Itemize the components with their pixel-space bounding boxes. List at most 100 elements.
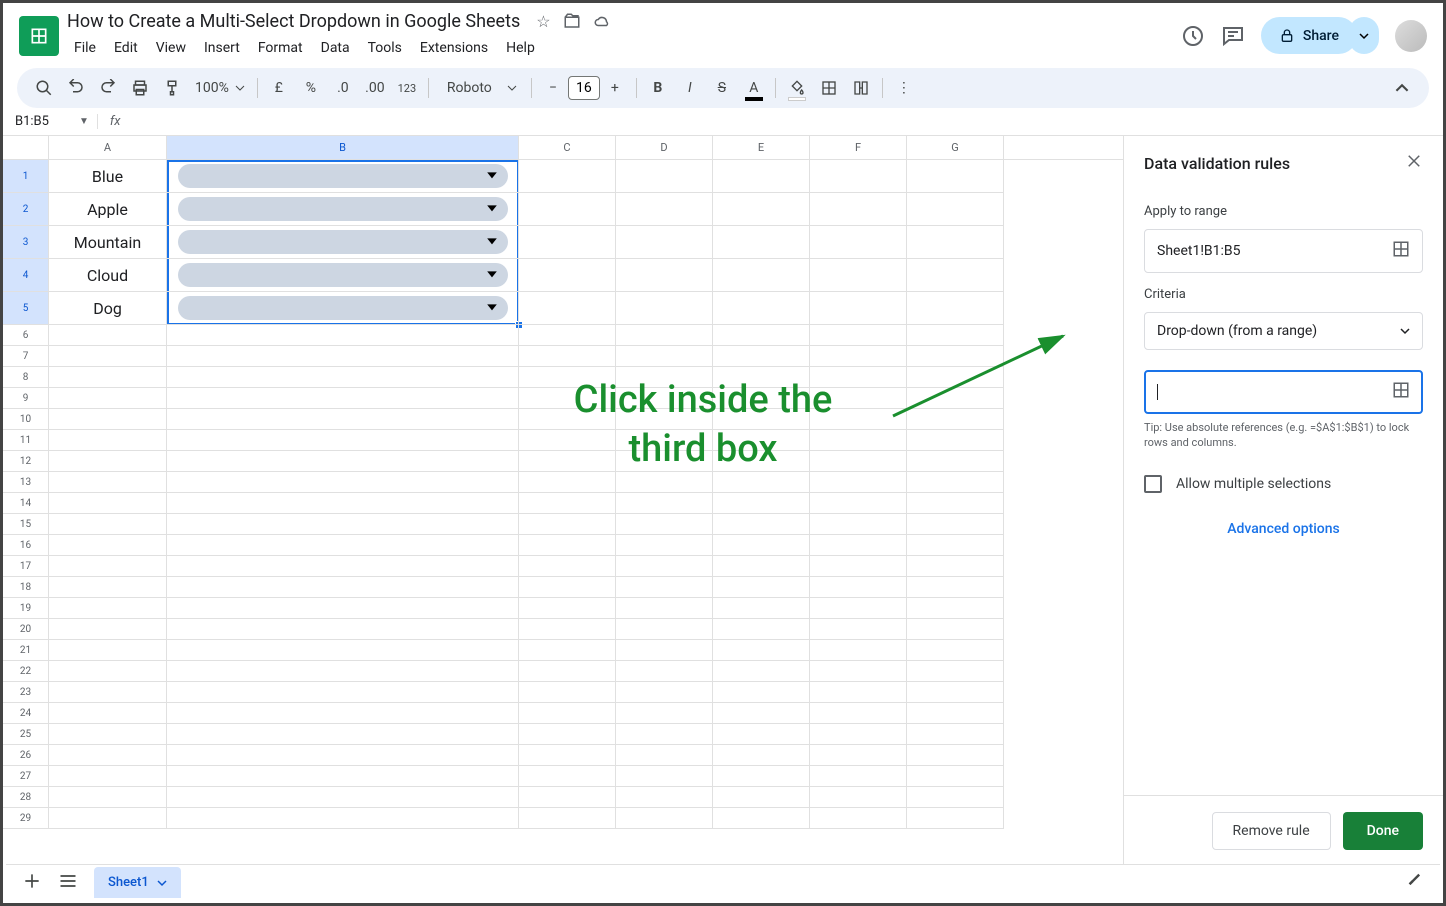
cell[interactable] [519, 160, 616, 193]
cell[interactable] [519, 703, 616, 724]
select-all-corner[interactable] [3, 136, 49, 159]
cell[interactable] [519, 535, 616, 556]
cell[interactable] [167, 226, 519, 259]
cell[interactable] [907, 193, 1004, 226]
cell[interactable] [519, 292, 616, 325]
cloud-icon[interactable] [593, 12, 611, 34]
cell[interactable] [616, 661, 713, 682]
cell[interactable] [907, 388, 1004, 409]
cell[interactable] [167, 640, 519, 661]
cell[interactable] [616, 745, 713, 766]
cell[interactable] [167, 346, 519, 367]
cell[interactable] [167, 193, 519, 226]
cell[interactable] [519, 367, 616, 388]
cell[interactable] [713, 745, 810, 766]
done-button[interactable]: Done [1343, 812, 1423, 850]
cell[interactable] [49, 493, 167, 514]
cell[interactable] [49, 619, 167, 640]
cell[interactable] [713, 598, 810, 619]
cell[interactable] [616, 703, 713, 724]
history-icon[interactable] [1181, 24, 1205, 48]
cell[interactable] [49, 787, 167, 808]
cell[interactable] [907, 661, 1004, 682]
cell[interactable] [49, 724, 167, 745]
cell[interactable] [713, 619, 810, 640]
cell[interactable] [49, 661, 167, 682]
cell[interactable] [519, 325, 616, 346]
cell[interactable] [616, 514, 713, 535]
cell[interactable] [713, 766, 810, 787]
explore-icon[interactable] [1408, 873, 1424, 893]
row-header[interactable]: 17 [3, 556, 49, 577]
menu-data[interactable]: Data [314, 36, 357, 60]
cell[interactable] [167, 430, 519, 451]
name-box[interactable]: B1:B5 [11, 112, 71, 131]
cell[interactable] [810, 325, 907, 346]
menu-edit[interactable]: Edit [107, 36, 145, 60]
cell[interactable] [713, 535, 810, 556]
more-formats-icon[interactable]: 123 [392, 73, 422, 103]
fill-color-icon[interactable] [782, 73, 812, 103]
cell[interactable] [810, 514, 907, 535]
cell[interactable] [907, 619, 1004, 640]
zoom-select[interactable]: 100% [189, 80, 251, 96]
cell[interactable] [907, 325, 1004, 346]
cell[interactable] [713, 325, 810, 346]
cell[interactable] [49, 409, 167, 430]
more-icon[interactable]: ⋮ [889, 73, 919, 103]
col-header-g[interactable]: G [907, 136, 1004, 159]
cell[interactable] [616, 226, 713, 259]
cell[interactable] [519, 577, 616, 598]
decrease-decimal-icon[interactable]: .0 [328, 73, 358, 103]
row-header[interactable]: 21 [3, 640, 49, 661]
currency-icon[interactable]: £ [264, 73, 294, 103]
row-header[interactable]: 13 [3, 472, 49, 493]
cell[interactable] [810, 493, 907, 514]
range-source-input[interactable] [1144, 370, 1423, 414]
cell[interactable] [907, 346, 1004, 367]
col-header-f[interactable]: F [810, 136, 907, 159]
cell[interactable] [907, 808, 1004, 829]
cell[interactable] [713, 367, 810, 388]
percent-icon[interactable]: % [296, 73, 326, 103]
row-header[interactable]: 10 [3, 409, 49, 430]
undo-icon[interactable] [61, 73, 91, 103]
comment-icon[interactable] [1221, 24, 1245, 48]
cell[interactable] [810, 472, 907, 493]
cell[interactable] [519, 556, 616, 577]
cell[interactable] [519, 682, 616, 703]
cell[interactable] [616, 388, 713, 409]
cell[interactable] [167, 160, 519, 193]
cell[interactable] [519, 259, 616, 292]
namebox-dropdown-icon[interactable]: ▼ [79, 116, 89, 127]
row-header[interactable]: 11 [3, 430, 49, 451]
cell[interactable] [810, 703, 907, 724]
cell[interactable] [713, 577, 810, 598]
cell[interactable] [167, 745, 519, 766]
cell[interactable] [519, 661, 616, 682]
cell[interactable] [907, 535, 1004, 556]
cell[interactable] [167, 409, 519, 430]
dropdown-chip[interactable] [178, 230, 508, 254]
cell[interactable] [713, 472, 810, 493]
row-header[interactable]: 5 [3, 292, 49, 325]
cell[interactable] [713, 703, 810, 724]
cell[interactable] [167, 514, 519, 535]
cell[interactable] [167, 703, 519, 724]
advanced-options-link[interactable]: Advanced options [1144, 521, 1423, 537]
row-header[interactable]: 15 [3, 514, 49, 535]
cell[interactable] [616, 619, 713, 640]
menu-insert[interactable]: Insert [197, 36, 247, 60]
font-size-input[interactable] [568, 76, 600, 100]
cell[interactable] [167, 259, 519, 292]
row-header[interactable]: 4 [3, 259, 49, 292]
sheets-logo[interactable] [19, 16, 59, 56]
cell[interactable] [907, 703, 1004, 724]
cell[interactable] [167, 472, 519, 493]
row-header[interactable]: 22 [3, 661, 49, 682]
cell[interactable] [49, 388, 167, 409]
cell[interactable] [167, 367, 519, 388]
bold-icon[interactable]: B [643, 73, 673, 103]
cell[interactable] [713, 388, 810, 409]
cell[interactable] [519, 766, 616, 787]
